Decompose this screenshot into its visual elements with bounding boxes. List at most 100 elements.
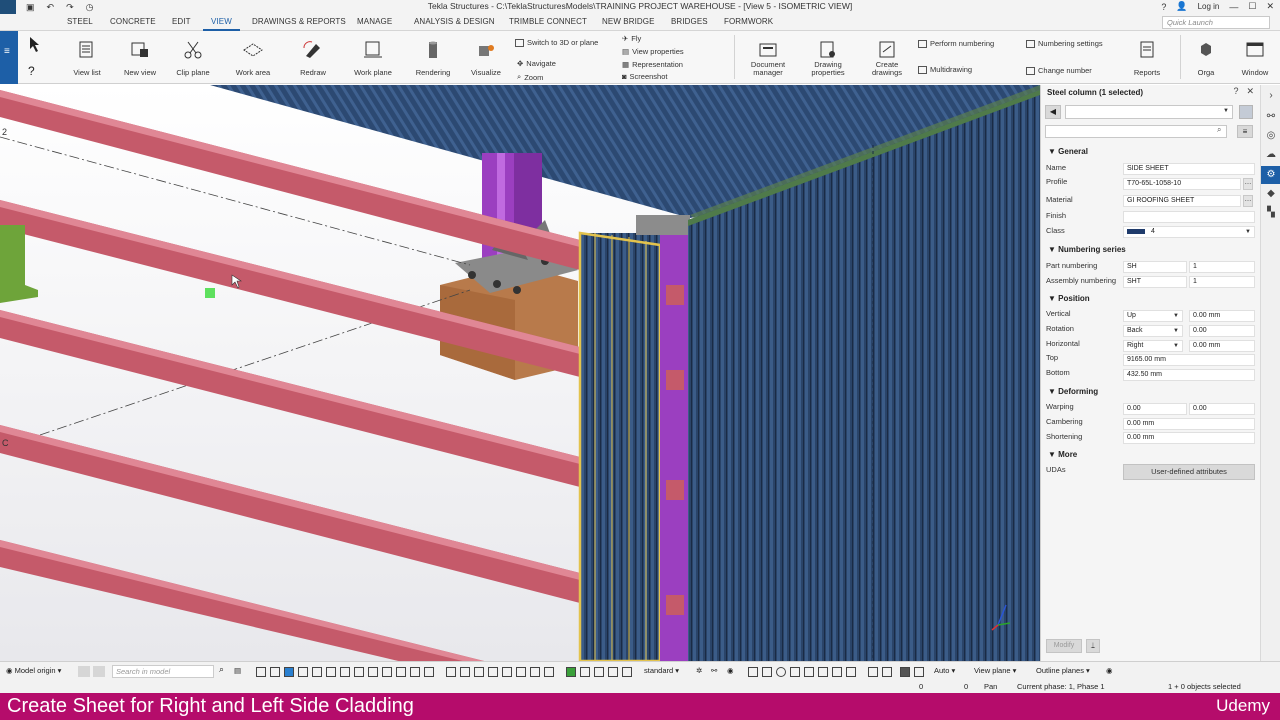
select-line-icon[interactable] [326,667,336,677]
origin-button-1[interactable] [78,666,90,677]
screenshot-button[interactable]: ◙ Screenshot [622,72,667,81]
organizer-button[interactable]: Orga [1188,31,1224,83]
minimize-icon[interactable]: — [1229,2,1238,12]
assembly-prefix-field[interactable]: SHT [1123,276,1187,288]
settings-icon[interactable]: ✲ [696,666,702,675]
cloud-icon[interactable]: ☁ [1265,149,1277,161]
change-number-button[interactable]: Change number [1026,66,1092,75]
tab-analysis-design[interactable]: ANALYSIS & DESIGN [414,17,495,26]
top-field[interactable]: 9165.00 mm [1123,354,1255,366]
profile-field[interactable]: T70-65L-1058-10 [1123,178,1241,190]
select-points-icon[interactable] [410,667,420,677]
snap-point-icon[interactable] [460,667,470,677]
polygon-icon[interactable] [790,667,800,677]
select-grid-icon[interactable] [312,667,322,677]
save-properties-button[interactable] [1239,105,1253,119]
part-start-number-field[interactable]: 1 [1189,261,1255,273]
property-search-input[interactable] [1045,125,1227,138]
auto-dropdown[interactable]: Auto ▾ [934,666,955,675]
horizontal-offset-field[interactable]: 0.00 mm [1189,340,1255,352]
profile-browse-button[interactable]: … [1243,178,1253,190]
material-field[interactable]: GI ROOFING SHEET [1123,195,1241,207]
vertical-offset-field[interactable]: 0.00 mm [1189,310,1255,322]
select-bolt-icon[interactable] [354,667,364,677]
horizontal-dropdown[interactable]: Right [1123,340,1183,352]
select-rebar-icon[interactable] [424,667,434,677]
select-weld-icon[interactable] [340,667,350,677]
part-prefix-field[interactable]: SH [1123,261,1187,273]
select-tool-button[interactable]: ? [24,31,44,83]
document-manager-button[interactable]: Document manager [744,31,792,83]
clip-plane-button[interactable]: Clip plane [172,31,214,83]
square-icon[interactable] [762,667,772,677]
model-viewport[interactable]: 2 C [0,85,1040,661]
login-link[interactable]: Log in [1198,2,1220,11]
new-view-button[interactable]: New view [119,31,161,83]
tab-manage[interactable]: MANAGE [357,17,392,26]
drawing-properties-button[interactable]: Drawing properties [806,31,850,83]
tab-formwork[interactable]: FORMWORK [724,17,773,26]
tab-drawings-reports[interactable]: DRAWINGS & REPORTS [252,17,346,26]
expand-chevron-icon[interactable]: › [1265,90,1277,102]
model-origin-dropdown[interactable]: ◉ Model origin ▾ [6,666,61,675]
section-more[interactable]: ▼ More [1048,450,1077,459]
redo-icon[interactable]: ↷ [66,2,74,13]
quick-launch-input[interactable]: Quick Launch [1162,16,1270,29]
components-icon[interactable]: ▚ [1265,207,1277,219]
tab-edit[interactable]: EDIT [172,17,191,26]
snap-extension-icon[interactable] [622,667,632,677]
render-icon[interactable] [900,667,910,677]
help-icon[interactable]: ? [1233,86,1238,97]
numbering-settings-button[interactable]: Numbering settings [1026,39,1103,48]
close-icon[interactable]: ✕ [1246,86,1254,97]
standard-dropdown[interactable]: standard ▾ [644,666,679,675]
snap-end-icon[interactable] [474,667,484,677]
properties-gear-icon[interactable]: ⚙ [1261,166,1280,184]
origin-button-2[interactable] [93,666,105,677]
display-icon[interactable] [914,667,924,677]
tab-bridges[interactable]: BRIDGES [671,17,708,26]
work-area-button[interactable]: Work area [231,31,275,83]
model-object-icon[interactable]: ◆ [1265,188,1277,200]
measure-icon[interactable] [868,667,878,677]
assembly-start-number-field[interactable]: 1 [1189,276,1255,288]
class-dropdown[interactable]: 4 [1123,226,1255,238]
history-icon[interactable]: ◷ [86,2,94,13]
snap-mid-icon[interactable] [502,667,512,677]
representation-button[interactable]: ▦ Representation [622,60,683,69]
name-field[interactable]: SIDE SHEET [1123,163,1255,175]
tab-view[interactable]: VIEW [203,17,240,31]
visualize-button[interactable]: Visualize [466,31,506,83]
eye-toggle-icon[interactable]: ◉ [1106,666,1113,675]
bottom-field[interactable]: 432.50 mm [1123,369,1255,381]
saved-properties-dropdown[interactable] [1065,105,1233,119]
section-numbering-series[interactable]: ▼ Numbering series [1048,245,1126,254]
snap-center-icon[interactable] [488,667,498,677]
tekla-app-icon[interactable] [0,0,16,14]
material-browse-button[interactable]: … [1243,195,1253,207]
undo-icon[interactable]: ↶ [47,2,55,13]
work-plane-button[interactable]: Work plane [351,31,395,83]
user-defined-attributes-button[interactable]: User-defined attributes [1123,464,1255,480]
eye-icon[interactable]: ◉ [727,666,734,675]
switch-3d-button[interactable]: Switch to 3D or plane [515,38,598,47]
link-icon[interactable]: ⚯ [1265,111,1277,123]
select-views-icon[interactable] [396,667,406,677]
pick-icon[interactable]: ⍊ [1086,639,1100,653]
select-parts-icon[interactable] [270,667,280,677]
section-general[interactable]: ▼ General [1048,147,1088,156]
rotation-offset-field[interactable]: 0.00 [1189,325,1255,337]
navigate-button[interactable]: ✥ Navigate [517,59,556,68]
create-drawings-button[interactable]: Create drawings [866,31,908,83]
align-icon[interactable] [832,667,842,677]
select-component-icon[interactable] [298,667,308,677]
tab-concrete[interactable]: CONCRETE [110,17,156,26]
search-in-model-input[interactable]: Search in model [112,665,214,678]
help-icon[interactable]: ? [1161,2,1166,12]
cambering-field[interactable]: 0.00 mm [1123,418,1255,430]
view-plane-dropdown[interactable]: View plane ▾ [974,666,1016,675]
search-icon[interactable]: ⌕ [219,664,224,675]
snap-intersection-icon[interactable] [516,667,526,677]
outline-planes-dropdown[interactable]: Outline planes ▾ [1036,666,1090,675]
finish-field[interactable] [1123,211,1255,223]
